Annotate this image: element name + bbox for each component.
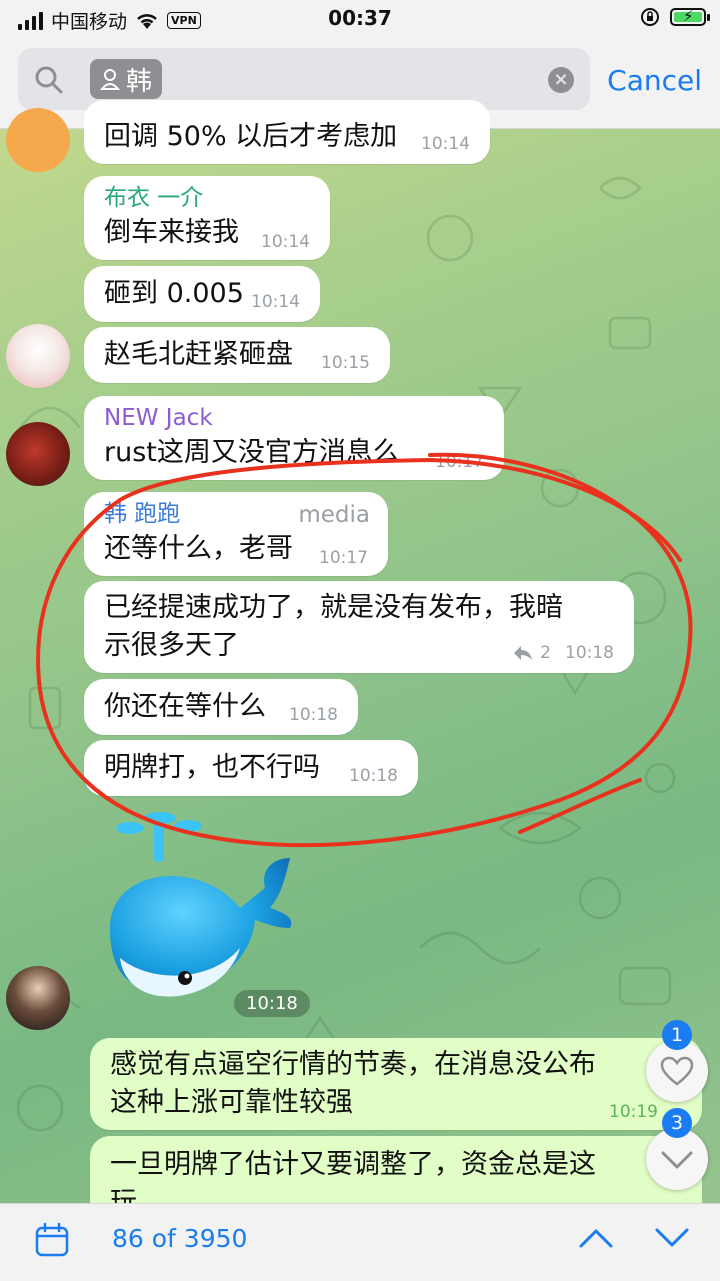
message-time: 10:19 bbox=[609, 1102, 658, 1122]
person-icon bbox=[100, 69, 120, 90]
message-text: 回调 50% 以后才考虑加 bbox=[104, 121, 398, 152]
message-text-line: 感觉有点逼空行情的节奏，在消息没公布 bbox=[110, 1049, 596, 1080]
message-time: 10:17 bbox=[435, 452, 484, 472]
battery-icon: ⚡ bbox=[670, 7, 710, 26]
media-tag: media bbox=[298, 502, 370, 528]
message-bubble[interactable]: 感觉有点逼空行情的节奏，在消息没公布 这种上涨可靠性较强 10:19 bbox=[90, 1038, 702, 1130]
message-text-line: 一旦明牌了估计又要调整了，资金总是这 bbox=[110, 1149, 596, 1180]
message-text: 明牌打，也不行吗 bbox=[104, 752, 320, 783]
message-text-line: 这种上涨可靠性较强 bbox=[110, 1087, 353, 1118]
message-time: 10:18 bbox=[565, 643, 614, 663]
chevron-down-icon[interactable] bbox=[654, 1226, 690, 1250]
user-filter-chip[interactable]: 韩 bbox=[90, 59, 163, 99]
message-time: 10:17 bbox=[319, 548, 368, 568]
message-text-line: 已经提速成功了，就是没有发布，我暗 bbox=[104, 592, 563, 623]
message-text: 还等什么，老哥 bbox=[104, 533, 293, 564]
cancel-button[interactable]: Cancel bbox=[607, 64, 702, 97]
sender-name[interactable]: NEW Jack bbox=[104, 404, 213, 432]
avatar[interactable] bbox=[6, 422, 70, 486]
rotation-lock-icon bbox=[641, 8, 659, 26]
scroll-down-button[interactable]: 3 bbox=[646, 1108, 708, 1190]
message-bubble[interactable]: 砸到 0.005 10:14 bbox=[84, 266, 320, 322]
message-time: 10:15 bbox=[321, 353, 370, 373]
message-bubble[interactable]: NEW Jack rust这周又没官方消息么 10:17 bbox=[84, 396, 504, 480]
sticker-time-pill: 10:18 bbox=[234, 990, 310, 1017]
message-time: 10:14 bbox=[261, 232, 310, 252]
clear-icon[interactable]: × bbox=[548, 67, 574, 93]
message-bubble[interactable]: 已经提速成功了，就是没有发布，我暗 示很多天了 2 10:18 bbox=[84, 581, 634, 673]
avatar[interactable] bbox=[6, 966, 70, 1030]
search-results-bar: 86 of 3950 bbox=[0, 1203, 720, 1281]
reply-icon[interactable] bbox=[512, 644, 534, 662]
heart-icon bbox=[660, 1056, 694, 1086]
message-time: 10:18 bbox=[289, 705, 338, 725]
sender-name[interactable]: 布衣 一介 bbox=[104, 184, 203, 212]
search-icon bbox=[35, 66, 63, 94]
reactions-button[interactable]: 1 bbox=[646, 1020, 708, 1102]
chevron-down-icon bbox=[661, 1151, 693, 1169]
reply-count[interactable]: 2 bbox=[540, 643, 551, 663]
chip-label: 韩 bbox=[126, 66, 153, 97]
reactions-badge: 1 bbox=[662, 1020, 692, 1050]
message-bubble[interactable]: 赵毛北赶紧砸盘 10:15 bbox=[84, 327, 390, 383]
message-text: 倒车来接我 bbox=[104, 217, 239, 248]
message-bubble[interactable]: 回调 50% 以后才考虑加 10:14 bbox=[84, 100, 490, 164]
message-time: 10:18 bbox=[246, 993, 298, 1014]
whale-sticker[interactable] bbox=[90, 808, 310, 1008]
calendar-icon[interactable] bbox=[34, 1222, 70, 1258]
message-text: 赵毛北赶紧砸盘 bbox=[104, 339, 293, 370]
message-bubble[interactable]: 韩 跑跑 media 还等什么，老哥 10:17 bbox=[84, 492, 388, 576]
message-text: 砸到 0.005 bbox=[104, 278, 244, 309]
message-bubble[interactable]: 明牌打，也不行吗 10:18 bbox=[84, 740, 418, 796]
avatar[interactable] bbox=[6, 108, 70, 172]
message-bubble[interactable]: 布衣 一介 倒车来接我 10:14 bbox=[84, 176, 330, 260]
sender-name[interactable]: 韩 跑跑 bbox=[104, 500, 180, 528]
avatar[interactable] bbox=[6, 324, 70, 388]
clock: 00:37 bbox=[328, 6, 392, 30]
message-text: 你还在等什么 bbox=[104, 691, 266, 722]
unread-mentions-badge: 3 bbox=[662, 1108, 692, 1138]
message-bubble[interactable]: 你还在等什么 10:18 bbox=[84, 679, 358, 735]
message-text: rust这周又没官方消息么 bbox=[104, 437, 400, 468]
message-time: 10:14 bbox=[251, 292, 300, 312]
status-bar: 中国移动 VPN 00:37 ⚡ bbox=[0, 0, 720, 36]
chevron-up-icon[interactable] bbox=[578, 1226, 614, 1250]
message-time: 10:18 bbox=[349, 766, 398, 786]
message-text-line: 示很多天了 bbox=[104, 630, 239, 661]
message-time: 10:14 bbox=[421, 134, 470, 154]
result-counter: 86 of 3950 bbox=[112, 1224, 248, 1253]
